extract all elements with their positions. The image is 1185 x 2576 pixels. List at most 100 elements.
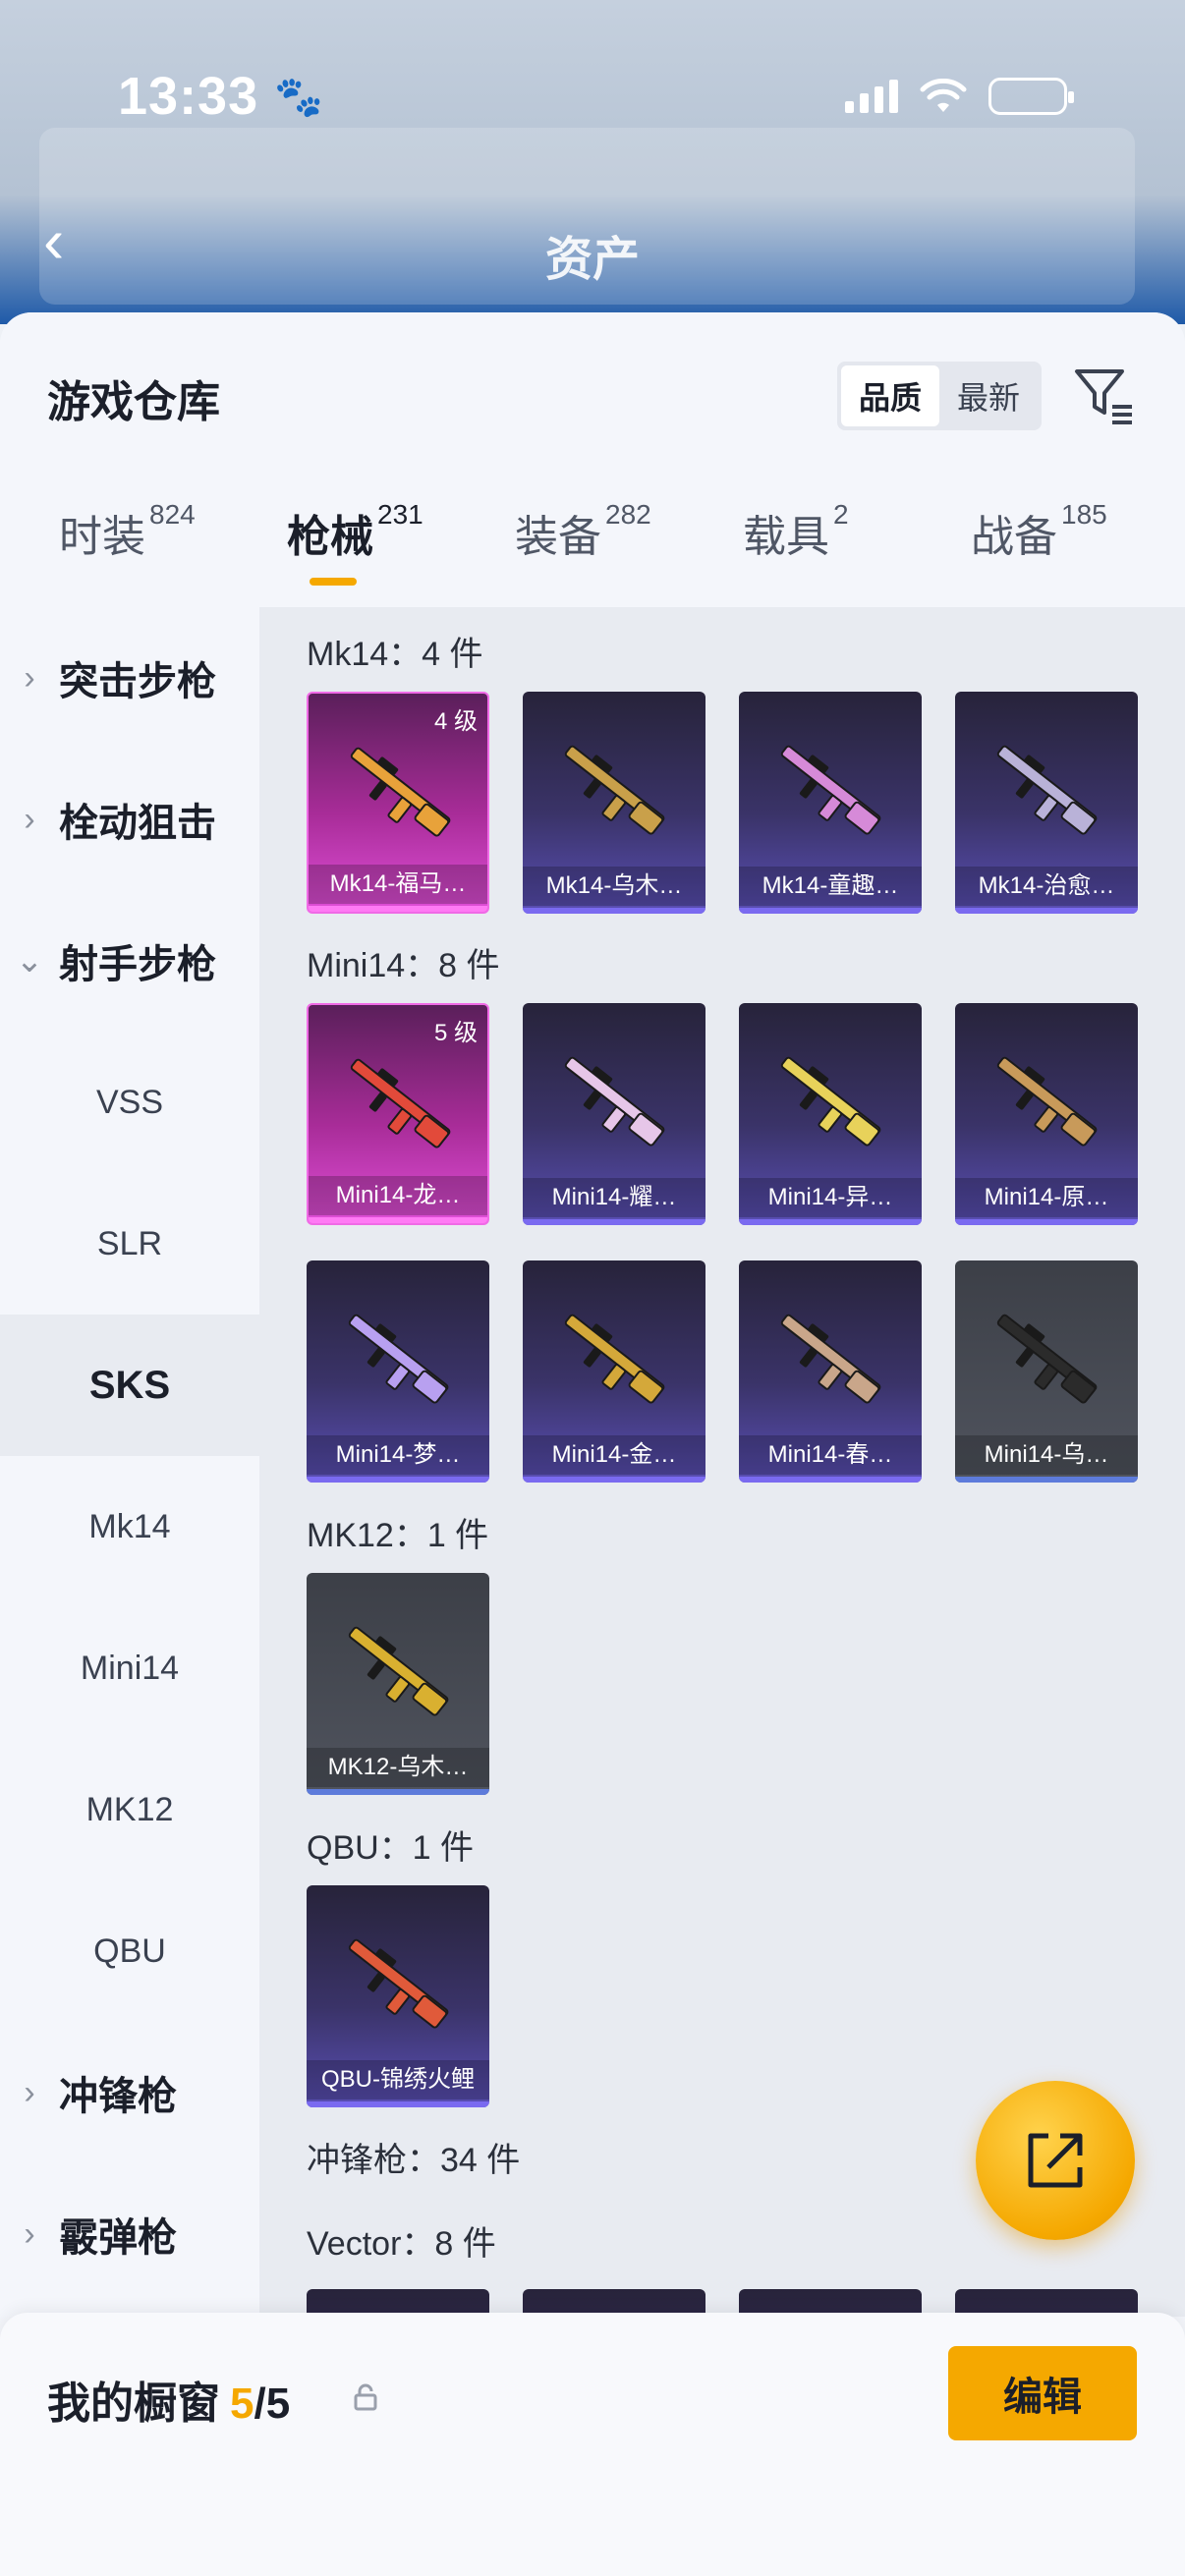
group-title-mk14: Mk14：4 件 bbox=[307, 636, 483, 673]
rifle-icon bbox=[564, 1314, 665, 1404]
weapon-card[interactable]: Mini14-耀… bbox=[523, 1003, 705, 1225]
rarity-bar bbox=[739, 1477, 922, 1483]
sidebar-sub-slr[interactable]: SLR bbox=[0, 1173, 259, 1315]
edit-button[interactable]: 编辑 bbox=[948, 2346, 1137, 2440]
weapon-name: QBU-锦绣火鲤 bbox=[307, 2060, 489, 2100]
share-button[interactable] bbox=[976, 2081, 1135, 2240]
weapon-card[interactable]: 5 级 Mini14-龙… bbox=[307, 1003, 489, 1225]
weapon-card[interactable]: Mini14-金… bbox=[523, 1260, 705, 1483]
weapon-name: Mini14-乌… bbox=[955, 1435, 1138, 1475]
weapon-card[interactable]: 4 级 Mk14-福马… bbox=[307, 692, 489, 914]
group-title-mini14: Mini14：8 件 bbox=[307, 947, 500, 984]
sidebar-item-smg[interactable]: › 冲锋枪 bbox=[0, 2022, 259, 2163]
back-icon[interactable]: ‹ bbox=[43, 209, 92, 272]
weapon-card[interactable]: Mini14-原… bbox=[955, 1003, 1138, 1225]
rarity-bar bbox=[309, 1217, 487, 1223]
rifle-icon bbox=[564, 1056, 665, 1147]
page-title: 游戏仓库 bbox=[47, 378, 220, 426]
rarity-bar bbox=[307, 1789, 489, 1795]
battery-icon bbox=[988, 78, 1074, 115]
sidebar-item-shotgun[interactable]: › 霰弹枪 bbox=[0, 2163, 259, 2305]
signal-icon bbox=[845, 80, 898, 113]
tab-fashion[interactable]: 时装 824 bbox=[59, 499, 196, 564]
tab-supplies[interactable]: 战备 185 bbox=[971, 499, 1107, 564]
active-tab-underline bbox=[310, 578, 357, 586]
weapon-name: Mini14-异… bbox=[739, 1178, 922, 1217]
weapon-grid: Mk14：4 件 Mini14：8 件 MK12：1 件 QBU：1 件 冲锋枪… bbox=[259, 607, 1185, 2317]
rarity-bar bbox=[955, 1477, 1138, 1483]
rarity-bar bbox=[309, 906, 487, 912]
sidebar-sub-sks[interactable]: SKS bbox=[0, 1315, 259, 1456]
rifle-icon bbox=[348, 1626, 449, 1716]
category-sidebar: › 突击步枪 › 栓动狙击 ⌄ 射手步枪 VSS SLR SKS Mk14 Mi… bbox=[0, 607, 259, 2317]
lock-icon bbox=[354, 2383, 377, 2411]
weapon-name: Mini14-金… bbox=[523, 1435, 705, 1475]
sidebar-sub-mk14[interactable]: Mk14 bbox=[0, 1456, 259, 1597]
weapon-name: Mk14-福马… bbox=[309, 865, 487, 904]
rarity-bar bbox=[523, 1477, 705, 1483]
weapon-name: Mk14-乌木… bbox=[523, 867, 705, 906]
sidebar-sub-mini14[interactable]: Mini14 bbox=[0, 1597, 259, 1739]
rifle-icon bbox=[780, 745, 881, 835]
weapon-card[interactable]: Mk14-童趣… bbox=[739, 692, 922, 914]
weapon-card[interactable]: QBU-锦绣火鲤 bbox=[307, 1885, 489, 2107]
tab-vehicles[interactable]: 载具 2 bbox=[743, 499, 849, 564]
paw-icon: 🐾 bbox=[274, 75, 323, 119]
rifle-icon bbox=[996, 1314, 1098, 1404]
weapon-name: Mini14-龙… bbox=[309, 1176, 487, 1215]
rifle-icon bbox=[780, 1314, 881, 1404]
rifle-icon bbox=[348, 1314, 449, 1404]
weapon-name: MK12-乌木… bbox=[307, 1748, 489, 1787]
warehouse-sheet: 游戏仓库 品质 最新 时装 824 枪械 231 装备 282 载具 2 战备 … bbox=[0, 312, 1185, 2576]
weapon-name: Mini14-原… bbox=[955, 1178, 1138, 1217]
weapon-name: Mini14-春… bbox=[739, 1435, 922, 1475]
share-icon bbox=[1028, 2133, 1083, 2188]
weapon-card[interactable]: Mini14-异… bbox=[739, 1003, 922, 1225]
wifi-icon bbox=[920, 79, 967, 112]
chevron-down-icon: ⌄ bbox=[15, 942, 44, 980]
weapon-card[interactable]: Mini14-乌… bbox=[955, 1260, 1138, 1483]
rarity-bar bbox=[523, 908, 705, 914]
weapon-card[interactable]: Mini14-春… bbox=[739, 1260, 922, 1483]
sidebar-item-assault-rifle[interactable]: › 突击步枪 bbox=[0, 607, 259, 749]
rifle-icon bbox=[348, 1938, 449, 2029]
level-badge: 5 级 bbox=[433, 1020, 478, 1046]
group-title-mk12: MK12：1 件 bbox=[307, 1517, 489, 1554]
sort-toggle: 品质 最新 bbox=[837, 362, 1042, 430]
sidebar-sub-vss[interactable]: VSS bbox=[0, 1032, 259, 1173]
tab-firearms[interactable]: 枪械 231 bbox=[287, 499, 423, 564]
weapon-card[interactable]: Mini14-梦… bbox=[307, 1260, 489, 1483]
showcase-count: 5/5 bbox=[230, 2380, 291, 2428]
background-header: 13:33 🐾 ‹ 资产 bbox=[0, 0, 1185, 324]
rarity-bar bbox=[307, 1477, 489, 1483]
tab-equipment[interactable]: 装备 282 bbox=[515, 499, 651, 564]
status-bar: 13:33 🐾 bbox=[0, 57, 1185, 136]
rarity-bar bbox=[955, 908, 1138, 914]
category-tabs: 时装 824 枪械 231 装备 282 载具 2 战备 185 bbox=[0, 499, 1185, 599]
rarity-bar bbox=[955, 1219, 1138, 1225]
sheet-header: 游戏仓库 品质 最新 时装 824 枪械 231 装备 282 载具 2 战备 … bbox=[0, 312, 1185, 607]
rifle-icon bbox=[350, 1058, 451, 1148]
sidebar-sub-mk12[interactable]: MK12 bbox=[0, 1739, 259, 1880]
rarity-bar bbox=[523, 1219, 705, 1225]
filter-icon[interactable] bbox=[1071, 362, 1136, 426]
weapon-card[interactable]: Mk14-治愈… bbox=[955, 692, 1138, 914]
status-time: 13:33 bbox=[118, 67, 259, 126]
weapon-card[interactable]: MK12-乌木… bbox=[307, 1573, 489, 1795]
rifle-icon bbox=[996, 1056, 1098, 1147]
chevron-right-icon: › bbox=[24, 2073, 35, 2111]
rifle-icon bbox=[780, 1056, 881, 1147]
weapon-card[interactable]: Mk14-乌木… bbox=[523, 692, 705, 914]
sort-newest-button[interactable]: 最新 bbox=[939, 365, 1038, 426]
group-title-smg: 冲锋枪：34 件 bbox=[307, 2142, 521, 2179]
weapon-name: Mk14-治愈… bbox=[955, 867, 1138, 906]
background-title: 资产 bbox=[545, 234, 641, 286]
sort-quality-button[interactable]: 品质 bbox=[841, 365, 939, 426]
rarity-bar bbox=[739, 908, 922, 914]
sidebar-item-marksman-rifle[interactable]: ⌄ 射手步枪 bbox=[0, 890, 259, 1032]
sidebar-item-bolt-sniper[interactable]: › 栓动狙击 bbox=[0, 749, 259, 890]
weapon-name: Mk14-童趣… bbox=[739, 867, 922, 906]
chevron-right-icon: › bbox=[24, 2214, 35, 2253]
sidebar-sub-qbu[interactable]: QBU bbox=[0, 1880, 259, 2022]
group-title-qbu: QBU：1 件 bbox=[307, 1829, 475, 1867]
